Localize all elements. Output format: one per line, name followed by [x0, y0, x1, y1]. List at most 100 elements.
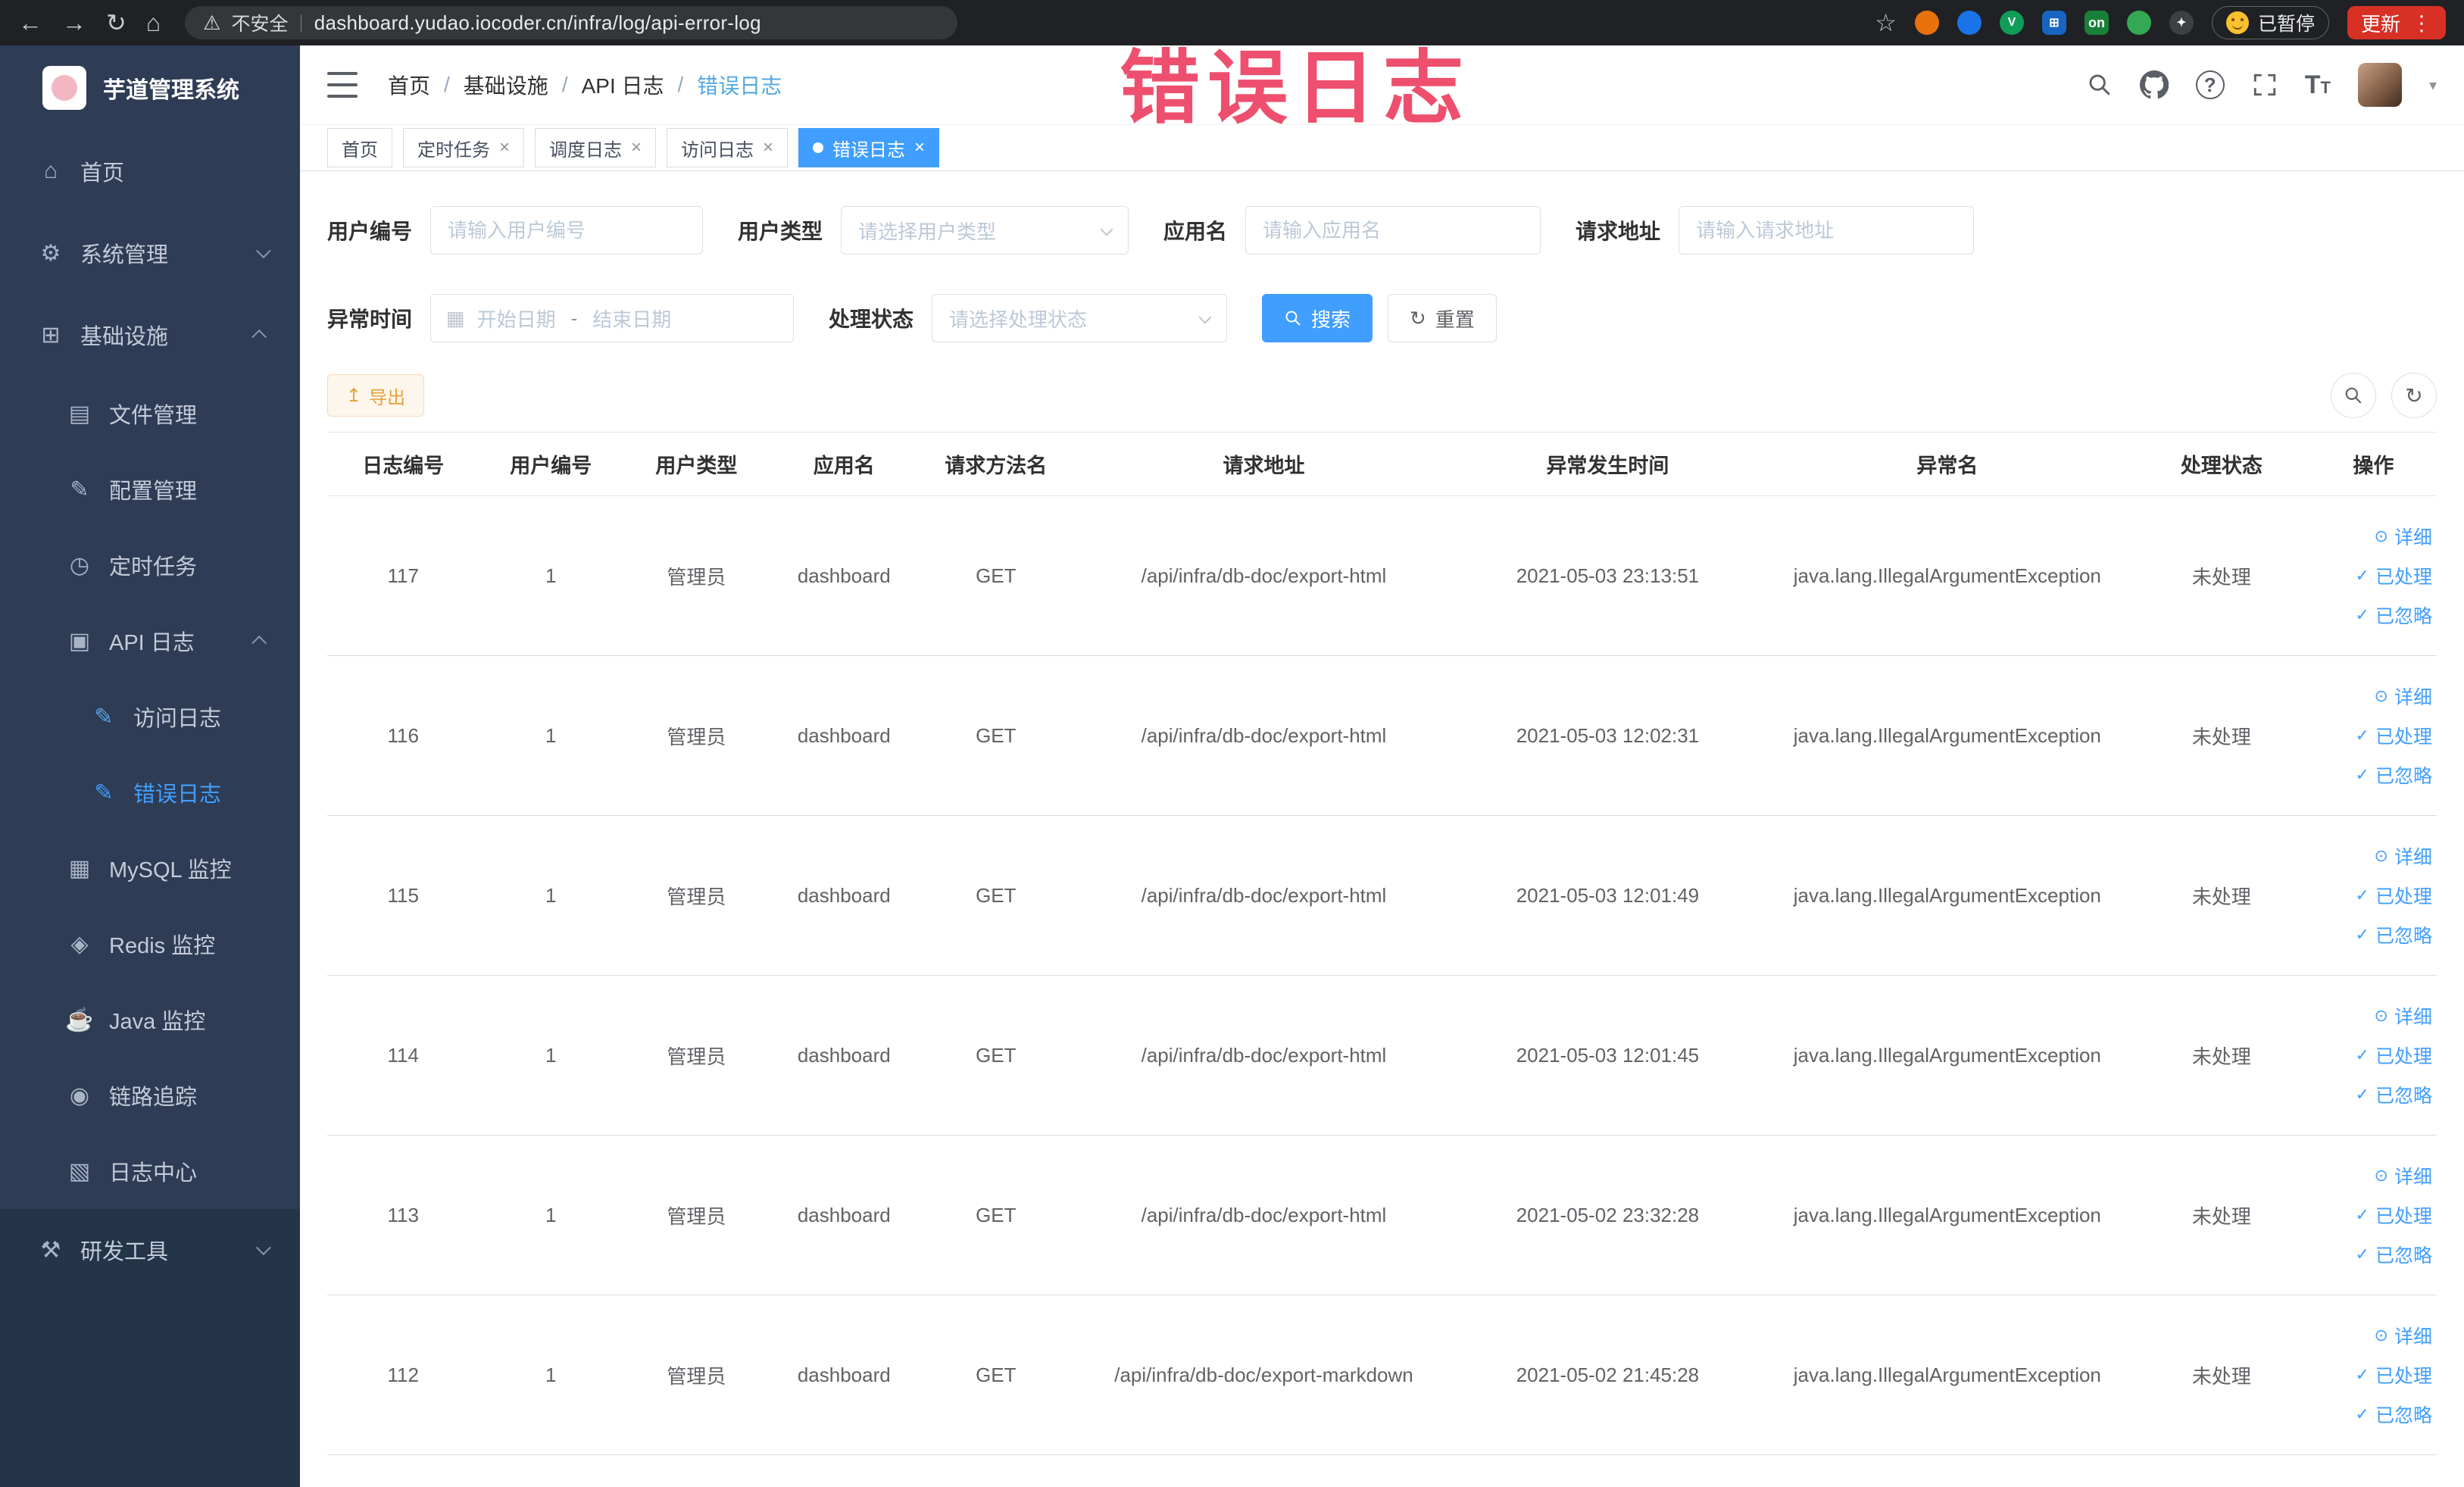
extension-icon-on-badge[interactable]: on — [2084, 11, 2109, 35]
mysql-icon: ▦ — [68, 855, 91, 881]
processed-link[interactable]: ✓ 已处理 — [2310, 1036, 2432, 1075]
sidebar-item-system-management[interactable]: ⚙ 系统管理 — [0, 212, 300, 294]
exception-time-label: 异常时间 — [327, 308, 413, 331]
breadcrumb-item[interactable]: 基础设施 — [464, 70, 548, 100]
sidebar-item-java-monitor[interactable]: ☕ Java 监控 — [0, 982, 300, 1057]
extension-icon-blue-drop[interactable] — [1957, 11, 1982, 35]
redis-icon: ◈ — [70, 931, 89, 957]
tab-schedule-log[interactable]: 调度日志 × — [535, 128, 657, 167]
actions-cell: ⊙ 详细 ✓ 已处理 ✓ 已忽略 — [2309, 495, 2437, 656]
ignored-link[interactable]: ✓ 已忽略 — [2310, 1235, 2432, 1274]
detail-link[interactable]: ⊙ 详细 — [2310, 1316, 2432, 1355]
column-header: 应用名 — [770, 432, 918, 496]
sidebar-item-log-center[interactable]: ▧ 日志中心 — [0, 1133, 300, 1209]
reset-button-label: 重置 — [1435, 308, 1475, 331]
extension-icon-orange[interactable] — [1914, 11, 1939, 35]
detail-link[interactable]: ⊙ 详细 — [2310, 996, 2432, 1036]
processed-link[interactable]: ✓ 已处理 — [2310, 1355, 2432, 1395]
processed-link[interactable]: ✓ 已处理 — [2310, 876, 2432, 915]
sidebar-item-label: 链路追踪 — [109, 1086, 198, 1110]
search-button[interactable]: 搜索 — [1262, 294, 1373, 342]
reset-button[interactable]: ↻ 重置 — [1388, 294, 1497, 342]
paused-label: 已暂停 — [2257, 14, 2315, 35]
help-icon[interactable]: ? — [2195, 70, 2225, 99]
sidebar-item-dev-tools[interactable]: ⚒ 研发工具 — [0, 1209, 300, 1291]
sidebar-item-redis-monitor[interactable]: ◈ Redis 监控 — [0, 906, 300, 982]
close-icon[interactable]: × — [631, 137, 642, 158]
update-button[interactable]: 更新 ⋮ — [2347, 6, 2446, 39]
tab-access-log[interactable]: 访问日志 × — [667, 128, 789, 167]
tab-home[interactable]: 首页 — [327, 128, 392, 167]
sidebar-item-api-logs[interactable]: ▣ API 日志 — [0, 603, 300, 679]
close-icon[interactable]: × — [763, 137, 773, 158]
sidebar-item-infrastructure[interactable]: ⊞ 基础设施 — [0, 294, 300, 376]
page-url[interactable]: dashboard.yudao.iocoder.cn/infra/log/api… — [314, 11, 761, 35]
error-log-table: 日志编号 用户编号 用户类型 应用名 请求方法名 请求地址 异常发生时间 异常名… — [300, 418, 2464, 1455]
font-size-icon[interactable]: TT — [2305, 70, 2331, 100]
toggle-search-button[interactable] — [2331, 373, 2376, 418]
github-icon[interactable] — [2139, 70, 2169, 99]
breadcrumb-item[interactable]: API 日志 — [582, 70, 664, 100]
sidebar-item-home[interactable]: ⌂ 首页 — [0, 130, 300, 212]
reload-icon[interactable]: ↻ — [106, 0, 126, 45]
close-icon[interactable]: × — [914, 137, 925, 158]
ignored-link[interactable]: ✓ 已忽略 — [2310, 755, 2432, 795]
request-url-input[interactable] — [1679, 206, 1975, 255]
ignored-link[interactable]: ✓ 已忽略 — [2310, 595, 2432, 635]
sidebar-item-trace[interactable]: ◉ 链路追踪 — [0, 1057, 300, 1133]
processed-link[interactable]: ✓ 已处理 — [2310, 716, 2432, 755]
paused-badge[interactable]: 已暂停 — [2211, 6, 2329, 39]
tab-scheduled-tasks[interactable]: 定时任务 × — [403, 128, 525, 167]
collapse-menu-icon[interactable] — [327, 72, 358, 98]
eye-icon: ⊙ — [2374, 1166, 2388, 1185]
ignored-link[interactable]: ✓ 已忽略 — [2310, 1395, 2432, 1434]
user-avatar[interactable] — [2357, 63, 2402, 107]
chevron-down-icon — [1100, 223, 1113, 236]
user-id-input[interactable] — [430, 206, 704, 255]
extension-icon-leaf[interactable] — [2126, 11, 2151, 35]
bookmark-star-icon[interactable]: ☆ — [1875, 0, 1897, 45]
process-status-select[interactable]: 请选择处理状态 — [932, 294, 1228, 342]
address-bar[interactable]: ⚠ 不安全 | dashboard.yudao.iocoder.cn/infra… — [185, 6, 958, 39]
date-range-picker[interactable]: ▦ 开始日期 - 结束日期 — [430, 294, 795, 342]
refresh-table-button[interactable]: ↻ — [2391, 373, 2437, 418]
avatar-caret-icon[interactable]: ▾ — [2429, 76, 2437, 95]
extension-icon-grid[interactable]: ⊞ — [2041, 11, 2066, 35]
tab-error-log[interactable]: 错误日志 × — [798, 128, 940, 167]
processed-link[interactable]: ✓ 已处理 — [2310, 1195, 2432, 1235]
close-icon[interactable]: × — [499, 137, 510, 158]
detail-link[interactable]: ⊙ 详细 — [2310, 676, 2432, 716]
ignored-link[interactable]: ✓ 已忽略 — [2310, 915, 2432, 954]
ignored-link[interactable]: ✓ 已忽略 — [2310, 1075, 2432, 1114]
app-name-input[interactable] — [1245, 206, 1541, 255]
sidebar-item-access-log[interactable]: ✎ 访问日志 — [0, 679, 300, 754]
sidebar-logo[interactable]: 芋道管理系统 — [0, 45, 300, 130]
user-id-cell: 1 — [479, 655, 623, 816]
column-header: 用户类型 — [622, 432, 770, 496]
sidebar-item-config-management[interactable]: ✎ 配置管理 — [0, 451, 300, 527]
processed-link[interactable]: ✓ 已处理 — [2310, 556, 2432, 595]
security-label[interactable]: 不安全 — [231, 9, 288, 36]
search-icon[interactable] — [2087, 72, 2113, 98]
sidebar-item-error-log[interactable]: ✎ 错误日志 — [0, 754, 300, 830]
fullscreen-icon[interactable] — [2252, 72, 2278, 98]
detail-link[interactable]: ⊙ 详细 — [2310, 517, 2432, 556]
home-icon[interactable]: ⌂ — [146, 0, 161, 45]
extension-icon-puzzle[interactable]: ✦ — [2169, 11, 2194, 35]
forward-icon[interactable]: → — [62, 0, 86, 45]
sidebar-item-scheduled-tasks[interactable]: ◷ 定时任务 — [0, 527, 300, 603]
browser-menu-icon[interactable]: ⋮ — [2411, 11, 2432, 36]
user-type-select[interactable]: 请选择用户类型 — [841, 206, 1129, 255]
sidebar-item-mysql-monitor[interactable]: ▦ MySQL 监控 — [0, 830, 300, 906]
end-date-placeholder[interactable]: 结束日期 — [592, 305, 671, 333]
detail-link[interactable]: ⊙ 详细 — [2310, 1156, 2432, 1195]
breadcrumb-item[interactable]: 首页 — [388, 70, 430, 100]
detail-link[interactable]: ⊙ 详细 — [2310, 836, 2432, 876]
sidebar-item-file-management[interactable]: ▤ 文件管理 — [0, 376, 300, 451]
back-icon[interactable]: ← — [18, 0, 42, 45]
export-button[interactable]: ↥ 导出 — [327, 374, 425, 417]
sidebar-item-label: 文件管理 — [109, 404, 198, 428]
log-id-cell: 114 — [327, 975, 479, 1136]
start-date-placeholder[interactable]: 开始日期 — [477, 305, 556, 333]
extension-icon-green-v[interactable]: V — [1999, 11, 2024, 35]
